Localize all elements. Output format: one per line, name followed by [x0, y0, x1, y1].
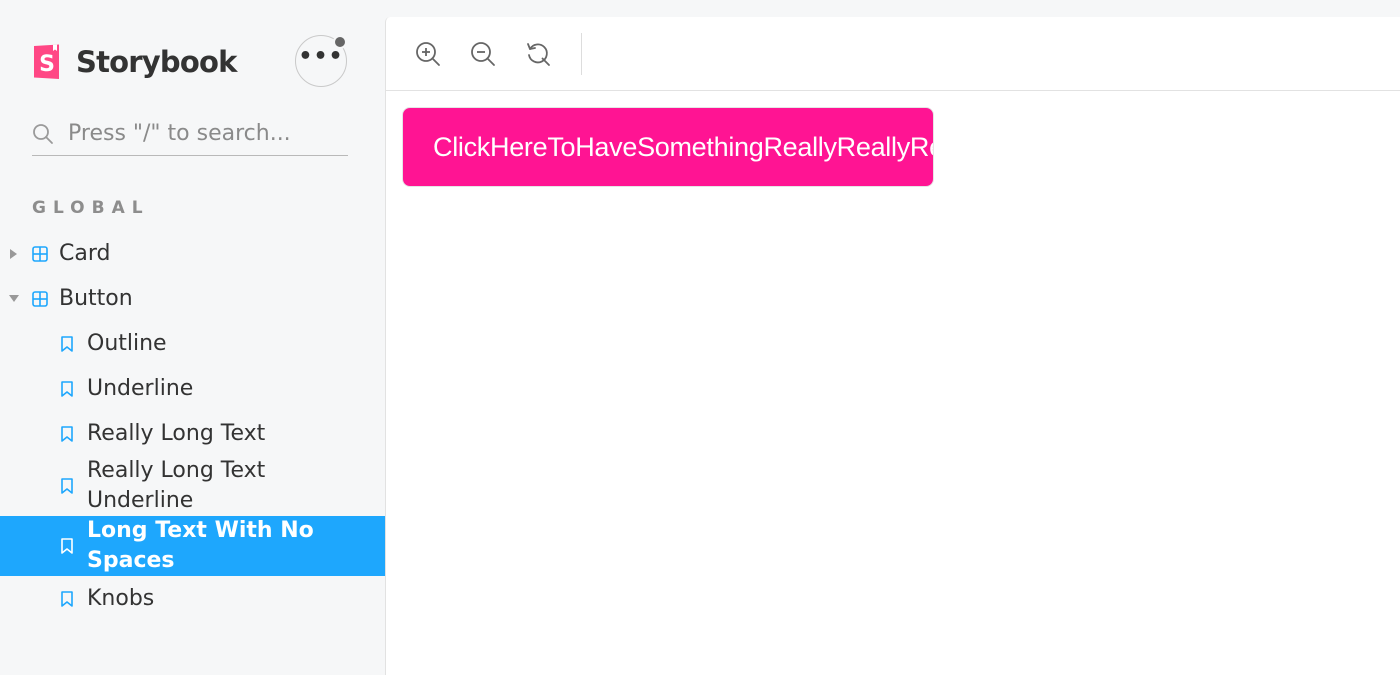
- tree-item-button[interactable]: Button: [0, 276, 385, 321]
- caret-down-icon[interactable]: [9, 295, 19, 302]
- section-title-global: GLOBAL: [32, 198, 150, 218]
- notification-dot: [333, 35, 347, 49]
- preview-panel: ClickHereToHaveSomethingReallyReallyReal…: [385, 17, 1400, 675]
- zoom-in-icon: [416, 42, 440, 66]
- brand[interactable]: S Storybook: [32, 42, 237, 82]
- caret-right-icon[interactable]: [10, 248, 17, 259]
- preview-button[interactable]: ClickHereToHaveSomethingReallyReallyReal…: [402, 107, 934, 187]
- search-icon: [33, 123, 53, 144]
- ellipsis-icon: •••: [298, 44, 344, 69]
- bookmark-icon: [61, 380, 73, 397]
- story-really-long-text[interactable]: Really Long Text: [0, 411, 385, 456]
- toolbar-divider: [581, 33, 582, 75]
- story-long-text-with-no-spaces[interactable]: Long Text With No Spaces: [0, 516, 385, 576]
- tree-item-card[interactable]: Card: [0, 231, 385, 276]
- reset-zoom-icon: [527, 43, 550, 66]
- sidebar: S Storybook ••• Press "/" to search... G…: [0, 0, 385, 675]
- bookmark-icon: [61, 425, 73, 442]
- story-really-long-text-underline[interactable]: Really Long Text Underline: [0, 456, 385, 516]
- story-knobs[interactable]: Knobs: [0, 576, 385, 621]
- story-label: Outline: [87, 330, 167, 356]
- reset-zoom-button[interactable]: [521, 37, 555, 71]
- tree-item-label: Button: [59, 286, 133, 311]
- story-outline[interactable]: Outline: [0, 321, 385, 366]
- preview-toolbar: [386, 17, 1400, 91]
- story-label: Knobs: [87, 585, 155, 611]
- bookmark-icon: [61, 478, 73, 494]
- search-input[interactable]: Press "/" to search...: [32, 112, 348, 156]
- story-label: Underline: [87, 375, 194, 401]
- search-placeholder: Press "/" to search...: [68, 121, 291, 146]
- story-label: Really Long Text: [87, 420, 266, 446]
- tree-item-label: Card: [59, 241, 111, 266]
- zoom-out-icon: [471, 42, 495, 66]
- component-icon: [32, 245, 48, 262]
- zoom-in-button[interactable]: [411, 37, 445, 71]
- story-tree: Card Button Outline Underline Really Lon…: [0, 231, 385, 621]
- story-canvas: ClickHereToHaveSomethingReallyReallyReal…: [386, 91, 1400, 675]
- bookmark-icon: [61, 538, 73, 554]
- bookmark-icon: [61, 335, 73, 352]
- bookmark-icon: [61, 590, 73, 607]
- story-underline[interactable]: Underline: [0, 366, 385, 411]
- component-icon: [32, 290, 48, 307]
- preview-button-label: ClickHereToHaveSomethingReallyReallyReal…: [433, 131, 933, 162]
- brand-name: Storybook: [76, 45, 237, 79]
- story-label: Really Long Text Underline: [87, 458, 266, 513]
- story-label: Long Text With No Spaces: [87, 518, 314, 573]
- storybook-logo-icon: S: [34, 44, 59, 79]
- zoom-out-button[interactable]: [466, 37, 500, 71]
- svg-text:S: S: [39, 52, 55, 77]
